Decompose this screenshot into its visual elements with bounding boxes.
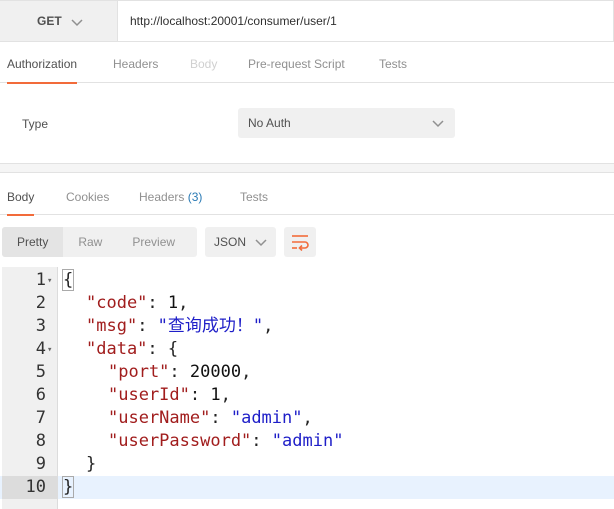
line-number: 9 bbox=[35, 454, 46, 474]
response-body-editor[interactable]: 1 ▾ { 2 "code": 1, 3 "msg": "查询成功！", 4 ▾… bbox=[0, 267, 614, 509]
method-dropdown[interactable]: GET bbox=[0, 0, 118, 42]
code-line: 4 ▾ "data": { bbox=[0, 338, 614, 361]
code-line-current: 10 } bbox=[0, 476, 614, 499]
response-headers-count: (3) bbox=[187, 190, 203, 204]
format-pretty-button[interactable]: Pretty bbox=[2, 227, 64, 257]
tab-cookies[interactable]: Cookies bbox=[66, 174, 109, 215]
tab-headers[interactable]: Headers bbox=[113, 43, 158, 83]
code-line: 8 "userPassword": "admin" bbox=[0, 430, 614, 453]
language-dropdown[interactable]: JSON bbox=[205, 227, 276, 257]
tab-tests[interactable]: Tests bbox=[379, 43, 407, 83]
chevron-down-icon bbox=[255, 239, 267, 247]
chevron-down-icon bbox=[71, 19, 83, 27]
format-preview-button[interactable]: Preview bbox=[117, 227, 190, 257]
line-number: 3 bbox=[35, 316, 46, 336]
line-number: 2 bbox=[35, 293, 46, 313]
code-line: 7 "userName": "admin", bbox=[0, 407, 614, 430]
response-tabs: Body Cookies Headers (3) Tests bbox=[0, 174, 614, 216]
format-raw-button[interactable]: Raw bbox=[63, 227, 117, 257]
json-key: "userName" bbox=[108, 408, 211, 428]
code-line: 6 "userId": 1, bbox=[0, 384, 614, 407]
json-number: 1 bbox=[167, 293, 179, 313]
json-number: 20000 bbox=[189, 362, 242, 382]
url-text: http://localhost:20001/consumer/user/1 bbox=[130, 14, 337, 28]
json-key: "msg" bbox=[86, 316, 138, 336]
auth-type-dropdown[interactable]: No Auth bbox=[238, 108, 455, 138]
code-line: 9 } bbox=[0, 453, 614, 476]
chevron-down-icon bbox=[432, 120, 444, 128]
line-number: 7 bbox=[35, 408, 46, 428]
tab-response-tests[interactable]: Tests bbox=[240, 174, 268, 215]
wrap-lines-icon bbox=[292, 235, 309, 251]
json-string: "查询成功！" bbox=[157, 316, 264, 336]
tab-response-headers[interactable]: Headers (3) bbox=[139, 174, 202, 215]
code-line: 5 "port": 20000, bbox=[0, 361, 614, 384]
json-key: "port" bbox=[108, 362, 170, 382]
json-number: 1 bbox=[210, 385, 221, 405]
json-brace: } bbox=[61, 476, 75, 498]
text-cursor bbox=[73, 476, 75, 495]
code-line: 2 "code": 1, bbox=[0, 292, 614, 315]
tab-pre-request-script[interactable]: Pre-request Script bbox=[248, 43, 345, 83]
fold-arrow-icon[interactable]: ▾ bbox=[47, 339, 52, 362]
request-url-row: GET http://localhost:20001/consumer/user… bbox=[0, 0, 614, 43]
auth-type-label: Type bbox=[22, 117, 49, 131]
line-number: 5 bbox=[35, 362, 46, 382]
url-input[interactable]: http://localhost:20001/consumer/user/1 bbox=[118, 0, 614, 42]
line-number: 6 bbox=[35, 385, 46, 405]
tab-response-body[interactable]: Body bbox=[7, 174, 35, 216]
response-headers-label: Headers bbox=[139, 190, 185, 204]
json-string: "admin" bbox=[230, 408, 303, 428]
line-number: 10 bbox=[2, 476, 58, 499]
code-line: 3 "msg": "查询成功！", bbox=[0, 315, 614, 338]
format-selector: Pretty Raw Preview bbox=[2, 227, 197, 257]
json-key: "userPassword" bbox=[108, 431, 252, 451]
response-toolbar: Pretty Raw Preview JSON bbox=[0, 215, 614, 267]
auth-type-value: No Auth bbox=[248, 116, 291, 130]
code-line: 1 ▾ { bbox=[0, 269, 614, 292]
json-key: "code" bbox=[86, 293, 148, 313]
json-key: "userId" bbox=[108, 385, 190, 405]
line-number: 8 bbox=[35, 431, 46, 451]
language-value: JSON bbox=[214, 235, 247, 249]
method-label: GET bbox=[37, 14, 62, 28]
section-divider bbox=[0, 164, 614, 173]
request-tabs: Authorization Headers Body Pre-request S… bbox=[0, 43, 614, 84]
json-brace: } bbox=[86, 454, 97, 474]
tab-authorization[interactable]: Authorization bbox=[7, 43, 78, 84]
json-string: "admin" bbox=[271, 431, 344, 451]
fold-arrow-icon[interactable]: ▾ bbox=[47, 270, 52, 293]
json-brace: { bbox=[61, 269, 75, 291]
json-key: "data" bbox=[86, 339, 148, 359]
wrap-lines-button[interactable] bbox=[284, 227, 316, 257]
tab-body[interactable]: Body bbox=[190, 43, 217, 83]
auth-panel: Type No Auth bbox=[0, 83, 614, 164]
